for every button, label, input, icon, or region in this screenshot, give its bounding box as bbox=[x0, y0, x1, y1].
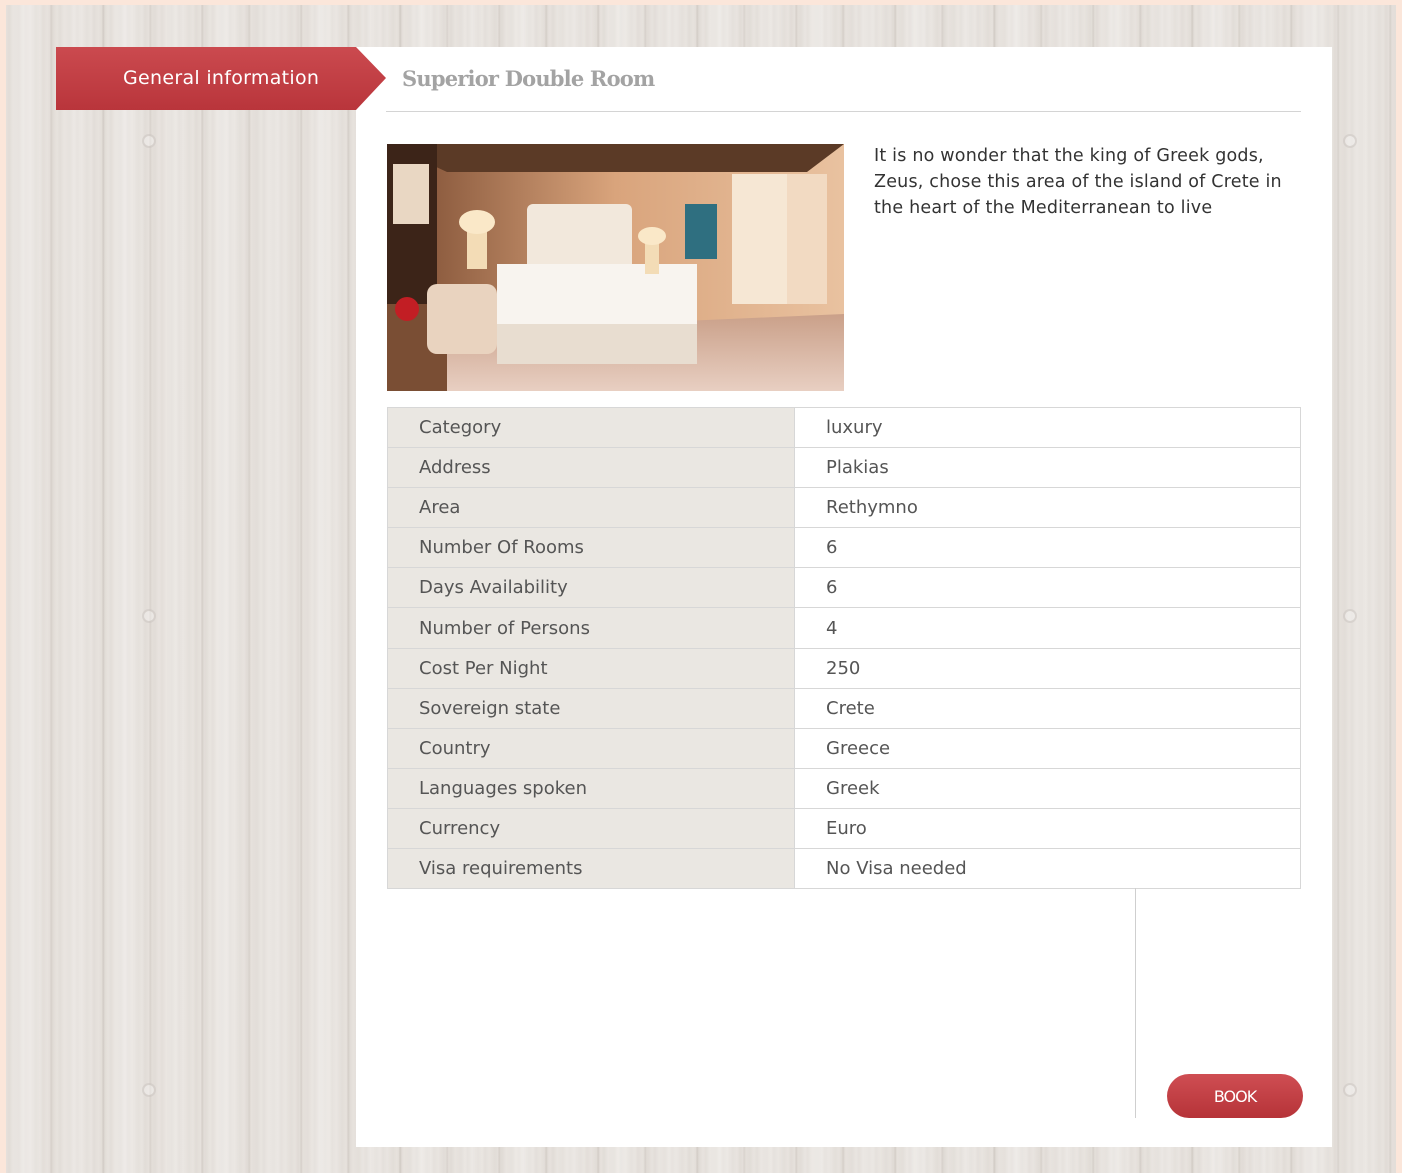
nail-decoration bbox=[142, 134, 156, 148]
nail-decoration bbox=[1343, 134, 1357, 148]
general-information-label: General information bbox=[123, 67, 320, 89]
book-button[interactable]: BOOK bbox=[1167, 1074, 1303, 1118]
nail-decoration bbox=[142, 609, 156, 623]
detail-key: Country bbox=[387, 727, 795, 769]
table-row: Address Plakias bbox=[387, 447, 1301, 489]
detail-value: No Visa needed bbox=[794, 848, 1301, 890]
room-photo bbox=[387, 144, 844, 391]
table-row: Currency Euro bbox=[387, 807, 1301, 850]
detail-key: Area bbox=[387, 487, 795, 529]
table-row: Languages spoken Greek bbox=[387, 767, 1301, 809]
room-description: It is no wonder that the king of Greek g… bbox=[874, 146, 1282, 218]
table-row: Days Availability 6 bbox=[387, 567, 1301, 609]
table-row: Number Of Rooms 6 bbox=[387, 527, 1301, 569]
detail-key: Languages spoken bbox=[387, 767, 795, 809]
general-information-tab[interactable]: General information bbox=[56, 47, 386, 110]
detail-value: Rethymno bbox=[794, 487, 1301, 529]
detail-key: Cost Per Night bbox=[387, 647, 795, 689]
nail-decoration bbox=[1343, 609, 1357, 623]
title-divider bbox=[386, 111, 1301, 112]
table-row: Country Greece bbox=[387, 727, 1301, 769]
detail-value: luxury bbox=[794, 406, 1301, 449]
detail-key: Days Availability bbox=[387, 567, 795, 609]
room-details-table: Category luxury Address Plakias Area Rethym… bbox=[387, 406, 1301, 890]
detail-key: Number of Persons bbox=[387, 607, 795, 649]
detail-value: 6 bbox=[794, 567, 1301, 609]
detail-value: 250 bbox=[794, 647, 1301, 689]
nail-decoration bbox=[142, 1083, 156, 1097]
table-row: Cost Per Night 250 bbox=[387, 647, 1301, 689]
detail-value: 4 bbox=[794, 607, 1301, 649]
table-row: Number of Persons 4 bbox=[387, 607, 1301, 649]
nail-decoration bbox=[1343, 1083, 1357, 1097]
table-row: Sovereign state Crete bbox=[387, 687, 1301, 729]
detail-key: Currency bbox=[387, 807, 795, 850]
detail-value: Greek bbox=[794, 767, 1301, 809]
table-row: Area Rethymno bbox=[387, 487, 1301, 529]
detail-key: Sovereign state bbox=[387, 687, 795, 729]
detail-key: Visa requirements bbox=[387, 848, 795, 890]
detail-value: Greece bbox=[794, 727, 1301, 769]
detail-key: Number Of Rooms bbox=[387, 527, 795, 569]
table-row: Category luxury bbox=[387, 406, 1301, 449]
room-title: Superior Double Room bbox=[402, 66, 655, 91]
detail-value: Plakias bbox=[794, 447, 1301, 489]
detail-value: Euro bbox=[794, 807, 1301, 850]
column-divider bbox=[1135, 888, 1136, 1118]
detail-value: Crete bbox=[794, 687, 1301, 729]
detail-value: 6 bbox=[794, 527, 1301, 569]
detail-key: Address bbox=[387, 447, 795, 489]
table-row: Visa requirements No Visa needed bbox=[387, 848, 1301, 890]
detail-key: Category bbox=[387, 406, 795, 449]
